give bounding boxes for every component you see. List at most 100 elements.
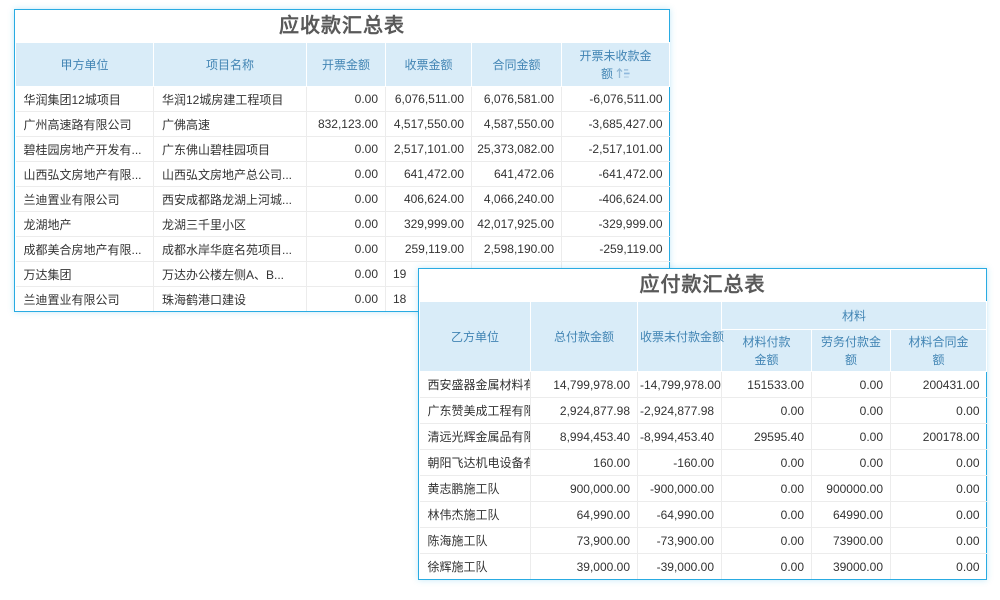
material-contract-cell: 0.00 — [891, 502, 987, 528]
project-name-cell: 万达办公楼左侧A、B... — [154, 262, 307, 287]
total-paid-cell: 8,994,453.40 — [531, 424, 638, 450]
uncollected-amount-cell: -641,472.00 — [562, 162, 670, 187]
received-amount-cell: 406,624.00 — [386, 187, 472, 212]
col-header-labor-paid: 劳务付款金额 — [812, 330, 891, 372]
uncollected-amount-cell: -406,624.00 — [562, 187, 670, 212]
party-b-cell[interactable]: 清远光辉金属品有限 — [420, 424, 531, 450]
contract-amount-cell: 25,373,082.00 — [472, 137, 562, 162]
col-header-project: 项目名称 — [154, 43, 307, 87]
table-row: 徐辉施工队 39,000.00 -39,000.00 0.00 39000.00… — [420, 554, 987, 580]
total-paid-cell: 73,900.00 — [531, 528, 638, 554]
uncollected-amount-cell: -3,685,427.00 — [562, 112, 670, 137]
party-b-cell[interactable]: 广东赞美成工程有限 — [420, 398, 531, 424]
uncollected-amount-cell: -2,517,101.00 — [562, 137, 670, 162]
table-row: 广东赞美成工程有限 2,924,877.98 -2,924,877.98 0.0… — [420, 398, 987, 424]
invoiced-amount-cell: 0.00 — [307, 162, 386, 187]
contract-amount-cell: 641,472.06 — [472, 162, 562, 187]
material-contract-cell: 0.00 — [891, 398, 987, 424]
invoiced-amount-cell: 0.00 — [307, 262, 386, 287]
table-row: 华润集团12城项目 华润12城房建工程项目 0.00 6,076,511.00 … — [16, 87, 670, 112]
received-amount-cell: 2,517,101.00 — [386, 137, 472, 162]
payable-summary-card: 应付款汇总表 乙方单位 总付款金额 收票未付款金额 材料 材料付款金额 劳务付款… — [418, 268, 987, 580]
payable-table-title: 应付款汇总表 — [419, 269, 986, 301]
col-header-material-paid: 材料付款金额 — [722, 330, 812, 372]
labor-paid-cell: 0.00 — [812, 424, 891, 450]
uncollected-amount-cell: -6,076,511.00 — [562, 87, 670, 112]
col-header-received: 收票金额 — [386, 43, 472, 87]
uncollected-amount-cell: -329,999.00 — [562, 212, 670, 237]
project-name-cell: 龙湖三千里小区 — [154, 212, 307, 237]
receivable-summary-card: 应收款汇总表 甲方单位 项目名称 开票金额 收票金额 合同金额 开票未收款金额 — [14, 9, 670, 312]
col-header-invoiced: 开票金额 — [307, 43, 386, 87]
invoiced-amount-cell: 0.00 — [307, 87, 386, 112]
party-b-cell[interactable]: 徐辉施工队 — [420, 554, 531, 580]
labor-paid-cell: 39000.00 — [812, 554, 891, 580]
receipt-unpaid-cell: -73,900.00 — [638, 528, 722, 554]
received-amount-cell: 4,517,550.00 — [386, 112, 472, 137]
received-amount-cell: 329,999.00 — [386, 212, 472, 237]
labor-paid-cell: 64990.00 — [812, 502, 891, 528]
party-a-cell: 碧桂园房地产开发有... — [16, 137, 154, 162]
payable-header-group-row: 乙方单位 总付款金额 收票未付款金额 材料 — [420, 302, 987, 330]
receipt-unpaid-cell: -160.00 — [638, 450, 722, 476]
project-name-cell: 成都水岸华庭名苑项目... — [154, 237, 307, 262]
table-row: 西安盛器金属材料有 14,799,978.00 -14,799,978.00 1… — [420, 372, 987, 398]
material-paid-cell: 29595.40 — [722, 424, 812, 450]
party-a-cell: 山西弘文房地产有限... — [16, 162, 154, 187]
table-row: 黄志鹏施工队 900,000.00 -900,000.00 0.00 90000… — [420, 476, 987, 502]
invoiced-amount-cell: 832,123.00 — [307, 112, 386, 137]
material-paid-cell: 151533.00 — [722, 372, 812, 398]
material-contract-cell: 0.00 — [891, 476, 987, 502]
material-paid-cell: 0.00 — [722, 528, 812, 554]
party-b-cell[interactable]: 西安盛器金属材料有 — [420, 372, 531, 398]
party-a-cell: 龙湖地产 — [16, 212, 154, 237]
sort-ascending-icon[interactable] — [616, 68, 630, 79]
contract-amount-cell: 42,017,925.00 — [472, 212, 562, 237]
party-b-cell[interactable]: 朝阳飞达机电设备有 — [420, 450, 531, 476]
col-header-receipt-unpaid: 收票未付款金额 — [638, 302, 722, 372]
col-header-total-paid: 总付款金额 — [531, 302, 638, 372]
total-paid-cell: 64,990.00 — [531, 502, 638, 528]
project-name-cell: 华润12城房建工程项目 — [154, 87, 307, 112]
project-name-cell: 广东佛山碧桂园项目 — [154, 137, 307, 162]
party-a-cell: 兰迪置业有限公司 — [16, 187, 154, 212]
party-b-cell[interactable]: 黄志鹏施工队 — [420, 476, 531, 502]
material-contract-cell: 200178.00 — [891, 424, 987, 450]
party-b-cell[interactable]: 陈海施工队 — [420, 528, 531, 554]
table-row: 广州高速路有限公司 广佛高速 832,123.00 4,517,550.00 4… — [16, 112, 670, 137]
party-a-cell: 成都美合房地产有限... — [16, 237, 154, 262]
labor-paid-cell: 900000.00 — [812, 476, 891, 502]
received-amount-cell: 641,472.00 — [386, 162, 472, 187]
material-paid-cell: 0.00 — [722, 450, 812, 476]
contract-amount-cell: 2,598,190.00 — [472, 237, 562, 262]
total-paid-cell: 160.00 — [531, 450, 638, 476]
payable-table: 乙方单位 总付款金额 收票未付款金额 材料 材料付款金额 劳务付款金额 材料合同… — [419, 301, 987, 579]
labor-paid-cell: 0.00 — [812, 450, 891, 476]
receipt-unpaid-cell: -39,000.00 — [638, 554, 722, 580]
material-contract-cell: 0.00 — [891, 554, 987, 580]
contract-amount-cell: 6,076,581.00 — [472, 87, 562, 112]
table-row: 朝阳飞达机电设备有 160.00 -160.00 0.00 0.00 0.00 — [420, 450, 987, 476]
party-a-cell: 广州高速路有限公司 — [16, 112, 154, 137]
project-name-cell: 山西弘文房地产总公司... — [154, 162, 307, 187]
receivable-table-title: 应收款汇总表 — [15, 10, 669, 42]
party-b-cell[interactable]: 林伟杰施工队 — [420, 502, 531, 528]
col-header-uncollected[interactable]: 开票未收款金额 — [562, 43, 670, 87]
receipt-unpaid-cell: -8,994,453.40 — [638, 424, 722, 450]
receipt-unpaid-cell: -14,799,978.00 — [638, 372, 722, 398]
col-header-material-group: 材料 — [722, 302, 987, 330]
labor-paid-cell: 0.00 — [812, 398, 891, 424]
invoiced-amount-cell: 0.00 — [307, 237, 386, 262]
col-header-party-a: 甲方单位 — [16, 43, 154, 87]
total-paid-cell: 14,799,978.00 — [531, 372, 638, 398]
col-header-material-contract: 材料合同金额 — [891, 330, 987, 372]
material-paid-cell: 0.00 — [722, 502, 812, 528]
table-row: 成都美合房地产有限... 成都水岸华庭名苑项目... 0.00 259,119.… — [16, 237, 670, 262]
table-row: 林伟杰施工队 64,990.00 -64,990.00 0.00 64990.0… — [420, 502, 987, 528]
labor-paid-cell: 73900.00 — [812, 528, 891, 554]
receipt-unpaid-cell: -900,000.00 — [638, 476, 722, 502]
labor-paid-cell: 0.00 — [812, 372, 891, 398]
invoiced-amount-cell: 0.00 — [307, 212, 386, 237]
contract-amount-cell: 4,587,550.00 — [472, 112, 562, 137]
table-row: 陈海施工队 73,900.00 -73,900.00 0.00 73900.00… — [420, 528, 987, 554]
